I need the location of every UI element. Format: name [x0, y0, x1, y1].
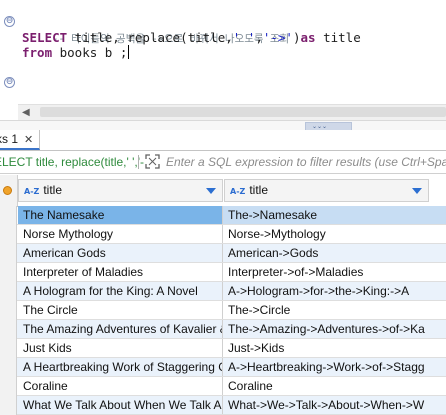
table-row[interactable]: A Heartbreaking Work of Staggering G A->…	[0, 358, 446, 377]
filter-expand-icon[interactable]	[145, 154, 160, 169]
table-cell[interactable]: Coraline	[18, 377, 223, 395]
sort-dropdown-icon[interactable]	[206, 188, 216, 194]
table-cell[interactable]: American Gods	[18, 244, 223, 262]
table-row[interactable]: Norse Mythology Norse->Mythology	[0, 225, 446, 244]
table-row[interactable]: A Hologram for the King: A Novel A->Holo…	[0, 282, 446, 301]
table-row[interactable]: The Namesake The->Namesake	[0, 206, 446, 225]
divider	[138, 155, 139, 169]
table-row[interactable]: American Gods American->Gods	[0, 244, 446, 263]
code-line-from: from books b ;	[22, 45, 130, 60]
column-header-title[interactable]: A-Z title	[18, 179, 223, 202]
table-row[interactable]: What We Talk About When We Talk Ab What-…	[0, 396, 446, 415]
tab-results[interactable]: ks 1 ✕	[0, 130, 41, 150]
string-type-icon: A-Z	[230, 187, 246, 196]
row-number-cell[interactable]	[0, 396, 17, 415]
column-header-title[interactable]: A-Z title	[224, 179, 429, 202]
result-rows: The Namesake The->Namesake Norse Mytholo…	[0, 206, 446, 415]
query-text: ELECT title, replace(title,' ','-	[0, 155, 145, 169]
results-tab-strip: ks 1 ✕	[0, 130, 446, 151]
table-cell[interactable]: A Heartbreaking Work of Staggering G	[18, 358, 223, 376]
row-number-cell[interactable]	[0, 358, 17, 377]
fold-toggle-icon[interactable]: ⊖	[4, 16, 15, 27]
text-caret	[128, 45, 130, 59]
tab-label: ks 1	[0, 132, 19, 146]
row-number-cell[interactable]	[0, 263, 17, 282]
table-cell[interactable]: A->Hologram->for->the->King:->A	[223, 282, 446, 300]
keyword-as: as	[300, 30, 316, 45]
table-row[interactable]: Coraline Coraline	[0, 377, 446, 396]
chevron-down-icon: ⌄⌄⌄	[312, 123, 328, 130]
table-cell[interactable]: Norse->Mythology	[223, 225, 446, 243]
table-row[interactable]: The Amazing Adventures of Kavalier & The…	[0, 320, 446, 339]
table-cell[interactable]: Interpreter->of->Maladies	[223, 263, 446, 281]
code-text: books b ;	[52, 45, 128, 60]
table-cell[interactable]: The Namesake	[18, 206, 223, 224]
grid-header: A-Z title A-Z title	[0, 175, 446, 207]
string-literal: '->'	[262, 30, 293, 45]
fold-toggle-icon[interactable]: ⊖	[4, 77, 15, 88]
table-cell[interactable]: Just->Kids	[223, 339, 446, 357]
sql-editor[interactable]: ⊖ ⊖ -- 타이틀의 공백을 ->으로 바꿔서 나오도록 조회 SELECT …	[0, 0, 446, 105]
row-number-cell[interactable]	[0, 339, 17, 358]
table-cell[interactable]: What->We->Talk->About->When->W	[223, 396, 446, 414]
row-number-cell[interactable]	[0, 225, 17, 244]
close-icon[interactable]: ✕	[24, 134, 33, 146]
table-cell[interactable]: The->Namesake	[223, 206, 446, 224]
keyword-from: from	[22, 45, 53, 60]
table-cell[interactable]: American->Gods	[223, 244, 446, 262]
table-cell[interactable]: The->Amazing->Adventures->of->Ka	[223, 320, 446, 338]
code-text: ,	[255, 30, 263, 45]
editor-horizontal-scrollbar[interactable]: ◀	[18, 104, 446, 120]
table-cell[interactable]: Norse Mythology	[18, 225, 223, 243]
code-text: title	[315, 30, 361, 45]
table-cell[interactable]: The Circle	[18, 301, 223, 319]
column-label: title	[249, 183, 268, 197]
table-row[interactable]: Just Kids Just->Kids	[0, 339, 446, 358]
row-number-cell[interactable]	[0, 301, 17, 320]
row-number-cell[interactable]	[0, 320, 17, 339]
row-header-corner[interactable]	[0, 175, 18, 206]
row-marker-icon	[3, 186, 12, 195]
scroll-left-arrow-icon[interactable]: ◀	[22, 107, 30, 118]
table-cell[interactable]: The->Circle	[223, 301, 446, 319]
row-number-cell[interactable]	[0, 377, 17, 396]
column-label: title	[43, 183, 62, 197]
keyword-select: SELECT	[22, 30, 68, 45]
scrollbar-thumb[interactable]	[40, 107, 446, 117]
code-text: )	[292, 30, 301, 45]
table-cell[interactable]: A->Heartbreaking->Work->of->Stagg	[223, 358, 446, 376]
filter-input[interactable]: Enter a SQL expression to filter results…	[166, 154, 446, 170]
function-replace: replace	[127, 30, 181, 45]
table-cell[interactable]: What We Talk About When We Talk Ab	[18, 396, 223, 414]
table-cell[interactable]: Coraline	[223, 377, 446, 395]
filter-bar: ELECT title, replace(title,' ','- Enter …	[0, 151, 446, 174]
row-number-cell[interactable]	[0, 282, 17, 301]
sort-dropdown-icon[interactable]	[412, 188, 422, 194]
table-cell[interactable]: The Amazing Adventures of Kavalier &	[18, 320, 223, 338]
code-text: title,	[67, 30, 128, 45]
code-line-select: SELECT title, replace(title,' ','->')as …	[22, 30, 361, 45]
editor-gutter: ⊖ ⊖	[0, 0, 18, 105]
row-number-cell[interactable]	[0, 244, 17, 263]
table-cell[interactable]: Just Kids	[18, 339, 223, 357]
table-cell[interactable]: Interpreter of Maladies	[18, 263, 223, 281]
table-row[interactable]: The Circle The->Circle	[0, 301, 446, 320]
table-cell[interactable]: A Hologram for the King: A Novel	[18, 282, 223, 300]
table-row[interactable]: Interpreter of Maladies Interpreter->of-…	[0, 263, 446, 282]
code-text: (title,	[180, 30, 233, 45]
string-type-icon: A-Z	[24, 187, 40, 196]
row-number-cell[interactable]	[0, 206, 17, 225]
string-literal: ' '	[232, 30, 256, 45]
